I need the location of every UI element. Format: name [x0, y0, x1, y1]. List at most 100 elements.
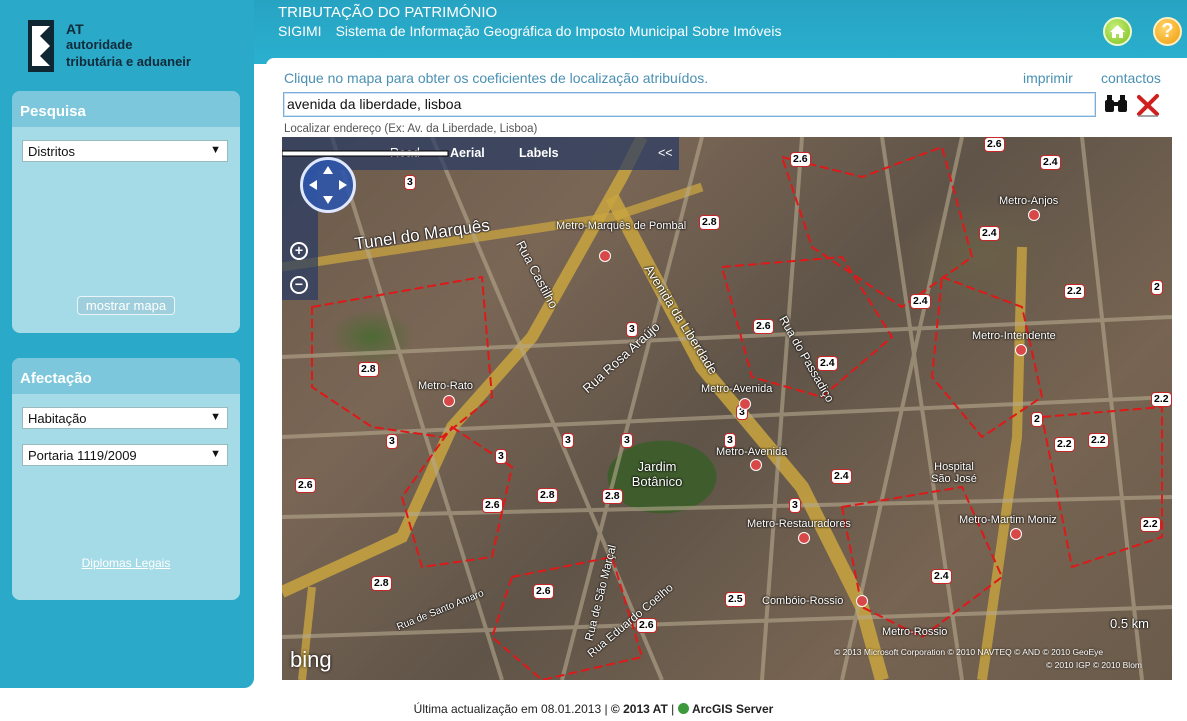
at-logo-icon [28, 20, 54, 72]
chevron-down-icon: ▼ [210, 411, 221, 423]
pan-compass-icon[interactable] [300, 157, 356, 213]
app-acronym: SIGIMI [278, 23, 322, 39]
zone-label: 2.6 [790, 152, 811, 167]
home-button[interactable] [1103, 17, 1132, 46]
zone-label: 2.6 [295, 478, 316, 493]
print-link[interactable]: imprimir [1023, 70, 1073, 86]
zone-label: 2.6 [984, 137, 1005, 152]
afectacao-select[interactable]: Habitação ▼ [22, 407, 228, 429]
brand-line1: AT [66, 21, 84, 37]
zone-label: 2.2 [1054, 437, 1075, 452]
collapse-nav-button[interactable]: << [658, 146, 673, 160]
map-scale-bar [282, 150, 449, 157]
arcgis-icon [677, 703, 689, 714]
zone-label: 2.2 [1088, 433, 1109, 448]
zoom-in-icon[interactable]: + [290, 242, 308, 260]
map-hint: Clique no mapa para obter os coeficiente… [284, 70, 709, 86]
app-subtitle: Sistema de Informação Geográfica do Impo… [335, 23, 782, 39]
metro-icon [750, 459, 762, 471]
map-place-label: Metro-Rato [418, 380, 474, 392]
page-subtitle: SIGIMI Sistema de Informação Geográfica d… [278, 23, 781, 39]
metro-icon [856, 595, 868, 607]
metro-icon [1028, 209, 1040, 221]
map-place-label: Metro-Restauradores [747, 518, 851, 530]
distritos-select[interactable]: Distritos ▼ [22, 140, 228, 162]
zone-label: 3 [562, 433, 574, 448]
arrows-icon [309, 166, 347, 204]
zone-label: 2 [1031, 412, 1043, 427]
map-place-label: Metro-Avenida [701, 383, 773, 395]
distritos-select-value: Distritos [28, 144, 75, 159]
zone-label: 2.4 [910, 294, 931, 309]
help-button[interactable]: ? [1153, 17, 1182, 46]
jardim-botanico-label: Jardim Botânico [631, 459, 683, 489]
metro-icon [1015, 344, 1027, 356]
panel-pesquisa-title: Pesquisa [12, 91, 240, 127]
metro-icon [1010, 528, 1022, 540]
map-place-label: Metro-Marquês de Pombal [556, 220, 687, 232]
zone-label: 2.4 [931, 569, 952, 584]
zone-label: 3 [386, 434, 398, 449]
map-copyright: © 2013 Microsoft Corporation © 2010 NAVT… [834, 647, 1104, 657]
zone-label: 2.5 [725, 592, 746, 607]
footer: Última actualização em 08.01.2013 | © 20… [413, 702, 774, 716]
zone-label: 2.2 [1064, 284, 1085, 299]
map-place-label: Combóio-Rossio [762, 595, 844, 607]
zone-label: 2.8 [358, 362, 379, 377]
afectacao-select-value: Habitação [28, 411, 87, 426]
contacts-link[interactable]: contactos [1101, 70, 1161, 86]
map-place-label: Metro-Rossio [882, 626, 948, 638]
zoom-out-icon[interactable]: − [290, 276, 308, 294]
portaria-select[interactable]: Portaria 1119/2009 ▼ [22, 444, 228, 466]
bing-logo: bing [290, 647, 332, 672]
home-icon [1110, 25, 1125, 38]
panel-afectacao: Afectação Habitação ▼ Portaria 1119/2009… [12, 358, 240, 600]
footer-update: Última actualização em 08.01.2013 | [413, 702, 608, 716]
show-map-button[interactable]: mostrar mapa [77, 296, 175, 315]
page-title: TRIBUTAÇÃO DO PATRIMÓNIO [278, 4, 498, 21]
chevron-down-icon: ▼ [210, 144, 221, 156]
map-place-label: Metro-Avenida [716, 446, 788, 458]
scale-label: 0.5 km [1110, 616, 1150, 631]
chevron-down-icon: ▼ [210, 448, 221, 460]
map-copyright-2: © 2010 IGP © 2010 Blom [1046, 660, 1143, 670]
question-icon: ? [1161, 20, 1174, 42]
zone-label: 3 [789, 498, 801, 513]
panel-pesquisa: Pesquisa Distritos ▼ mostrar mapa [12, 91, 240, 333]
address-search-input[interactable]: avenida da liberdade, lisboa [283, 92, 1096, 117]
zone-label: 2 [1151, 280, 1163, 295]
metro-icon [599, 250, 611, 262]
metro-icon [798, 532, 810, 544]
zone-label: 2.6 [753, 319, 774, 334]
footer-copyright: © 2013 AT [610, 702, 668, 716]
zone-label: 2.8 [371, 576, 392, 591]
map-canvas[interactable]: Road Aerial Labels << + − 2.6 2.6 2.4 3 … [282, 137, 1172, 680]
zone-label: 2.4 [831, 469, 852, 484]
zone-label: 2.6 [482, 498, 503, 513]
map-place-label: Metro-Martim Moniz [959, 514, 1057, 526]
zone-label: 3 [621, 433, 633, 448]
clear-icon[interactable] [1135, 92, 1161, 118]
zone-label: 2.6 [533, 584, 554, 599]
binoculars-icon[interactable] [1104, 94, 1128, 114]
zone-label: 2.4 [1040, 155, 1061, 170]
hospital-label: Hospital São José [931, 461, 977, 485]
footer-arcgis: ArcGIS Server [691, 702, 774, 716]
map-type-aerial[interactable]: Aerial [450, 146, 485, 160]
zone-label: 2.2 [1140, 517, 1161, 532]
brand-line2: autoridade [66, 37, 133, 52]
metro-icon [443, 395, 455, 407]
zone-label: 2.4 [979, 226, 1000, 241]
diplomas-legais-link[interactable]: Diplomas Legais [12, 556, 240, 570]
map-type-labels[interactable]: Labels [519, 146, 559, 160]
zone-label: 3 [495, 449, 507, 464]
metro-icon [739, 398, 751, 410]
at-logo: AT autoridade tributária e aduaneir [28, 18, 228, 78]
search-hint: Localizar endereço (Ex: Av. da Liberdade… [284, 123, 538, 135]
map-place-label: Metro-Intendente [972, 330, 1056, 342]
sidebar: AT autoridade tributária e aduaneir Pesq… [0, 0, 254, 688]
zone-label: 2.8 [699, 215, 720, 230]
brand-line3: tributária e aduaneir [66, 54, 191, 69]
map-place-label: Metro-Anjos [999, 195, 1059, 207]
zone-label: 2.8 [602, 489, 623, 504]
